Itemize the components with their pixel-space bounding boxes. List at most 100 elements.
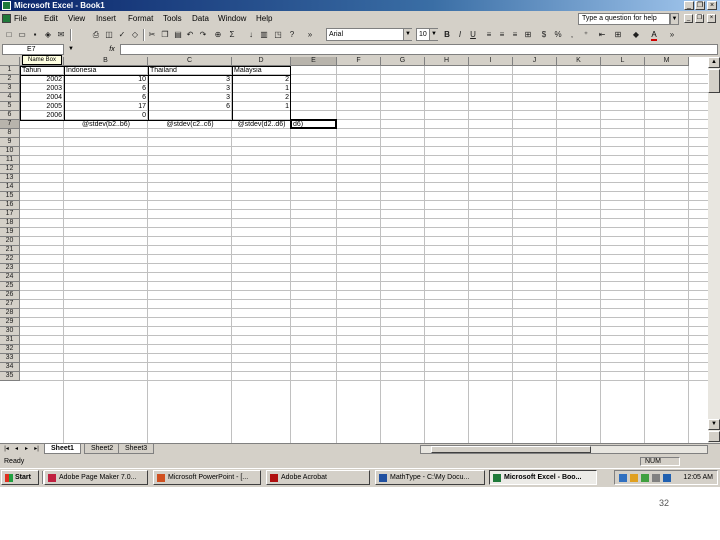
task-mathtype[interactable]: MathType - C:\My Docu... [375,470,485,485]
task-powerpoint[interactable]: Microsoft PowerPoint - [... [153,470,261,485]
language-icon[interactable] [663,474,671,482]
redo-icon[interactable]: ↷ [197,29,209,41]
workbook-minimize-button[interactable]: _ [684,14,693,23]
printer-icon[interactable] [652,474,660,482]
row-header-12[interactable]: 12 [0,165,20,174]
table-cell[interactable]: 2003 [20,84,64,93]
research-icon[interactable]: ◇ [129,29,141,41]
scroll-down-icon[interactable]: ▼ [708,419,720,430]
row-header-27[interactable]: 27 [0,300,20,309]
currency-icon[interactable]: $ [538,29,550,41]
email-icon[interactable]: ✉ [55,29,67,41]
worksheet-grid[interactable]: ABCDEFGHIJKLM 12345678910111213141516171… [0,57,708,443]
row-header-18[interactable]: 18 [0,219,20,228]
table-cell[interactable]: 1 [232,84,291,93]
save-icon[interactable]: ▪ [29,29,41,41]
menu-tools[interactable]: Tools [163,14,182,23]
row-header-2[interactable]: 2 [0,75,20,84]
table-cell[interactable]: 3 [148,93,232,102]
menu-file[interactable]: File [14,14,27,23]
column-header-l[interactable]: L [601,57,645,66]
row-header-15[interactable]: 15 [0,192,20,201]
percent-icon[interactable]: % [552,29,564,41]
menu-window[interactable]: Window [218,14,246,23]
table-cell[interactable]: 3 [148,75,232,84]
row-header-11[interactable]: 11 [0,156,20,165]
align-right-icon[interactable]: ≡ [509,29,521,41]
hyperlink-icon[interactable]: ⊕ [212,29,224,41]
column-header-e[interactable]: E [291,57,337,66]
menu-edit[interactable]: Edit [44,14,58,23]
row-header-9[interactable]: 9 [0,138,20,147]
select-all-corner[interactable] [0,57,20,66]
font-name-select[interactable]: Arial [326,28,412,41]
table-cell[interactable]: 2005 [20,102,64,111]
task-excel[interactable]: Microsoft Excel - Boo... [489,470,597,485]
align-center-icon[interactable]: ≡ [496,29,508,41]
row-header-25[interactable]: 25 [0,282,20,291]
table-cell[interactable]: 10 [64,75,148,84]
workbook-restore-button[interactable]: ❐ [695,14,704,23]
row-header-33[interactable]: 33 [0,354,20,363]
chevron-down-icon[interactable]: ▼ [670,13,679,25]
row-header-17[interactable]: 17 [0,210,20,219]
chevron-down-icon[interactable]: ▼ [66,45,76,54]
row-header-35[interactable]: 35 [0,372,20,381]
cut-icon[interactable]: ✂ [146,29,158,41]
formula-cell-b7[interactable]: @stdev(b2..b6) [64,120,148,129]
row-header-34[interactable]: 34 [0,363,20,372]
chevron-down-icon[interactable]: ▼ [429,29,438,40]
first-sheet-icon[interactable]: |◂ [2,445,11,453]
row-header-7[interactable]: 7 [0,120,20,129]
row-header-1[interactable]: 1 [0,66,20,75]
column-header-h[interactable]: H [425,57,469,66]
row-header-31[interactable]: 31 [0,336,20,345]
header-cell-thailand[interactable]: Thailand [148,66,232,75]
minimize-button[interactable]: _ [684,1,694,10]
undo-icon[interactable]: ↶ [184,29,196,41]
menu-format[interactable]: Format [128,14,153,23]
comma-style-icon[interactable]: , [566,29,578,41]
formula-cell-d7[interactable]: @stdev(d2..d6) [232,120,291,129]
scroll-up-icon[interactable]: ▲ [708,57,720,68]
autosum-icon[interactable]: Σ [226,29,238,41]
excel-app-icon[interactable] [2,1,11,10]
print-icon[interactable]: ⎙ [90,29,102,41]
increase-decimal-icon[interactable]: ⁺ [580,29,592,41]
column-header-i[interactable]: I [469,57,513,66]
borders-icon[interactable]: ⊞ [612,29,624,41]
menu-view[interactable]: View [68,14,85,23]
workbook-icon[interactable] [2,14,11,23]
row-header-16[interactable]: 16 [0,201,20,210]
last-sheet-icon[interactable]: ▸| [32,445,41,453]
security-icon[interactable] [641,474,649,482]
workbook-close-button[interactable]: × [707,14,716,23]
fill-color-icon[interactable]: ◆ [630,29,642,41]
tab-sheet3[interactable]: Sheet3 [118,444,155,454]
table-cell[interactable]: 2004 [20,93,64,102]
column-header-m[interactable]: M [645,57,689,66]
insert-function-icon[interactable]: fx [106,44,118,55]
close-button[interactable]: × [707,1,717,10]
row-header-20[interactable]: 20 [0,237,20,246]
copy-icon[interactable]: ❐ [159,29,171,41]
menu-help[interactable]: Help [256,14,272,23]
column-header-f[interactable]: F [337,57,381,66]
row-header-28[interactable]: 28 [0,309,20,318]
table-cell[interactable]: 3 [148,84,232,93]
maximize-button[interactable]: ❐ [695,1,705,10]
clock[interactable]: 12:05 AM [683,471,713,484]
horizontal-scrollbar[interactable] [420,445,708,454]
task-acrobat[interactable]: Adobe Acrobat [266,470,370,485]
column-header-c[interactable]: C [148,57,232,66]
table-cell[interactable]: 0 [64,111,148,120]
print-preview-icon[interactable]: ◫ [103,29,115,41]
vertical-scrollbar[interactable]: ▲ ▼ [708,57,720,443]
align-left-icon[interactable]: ≡ [483,29,495,41]
toolbar-options-icon[interactable]: » [666,29,678,41]
open-icon[interactable]: ▭ [16,29,28,41]
task-pagemaker[interactable]: Adobe Page Maker 7.0... [44,470,148,485]
column-header-d[interactable]: D [232,57,291,66]
row-header-30[interactable]: 30 [0,327,20,336]
menu-data[interactable]: Data [192,14,209,23]
